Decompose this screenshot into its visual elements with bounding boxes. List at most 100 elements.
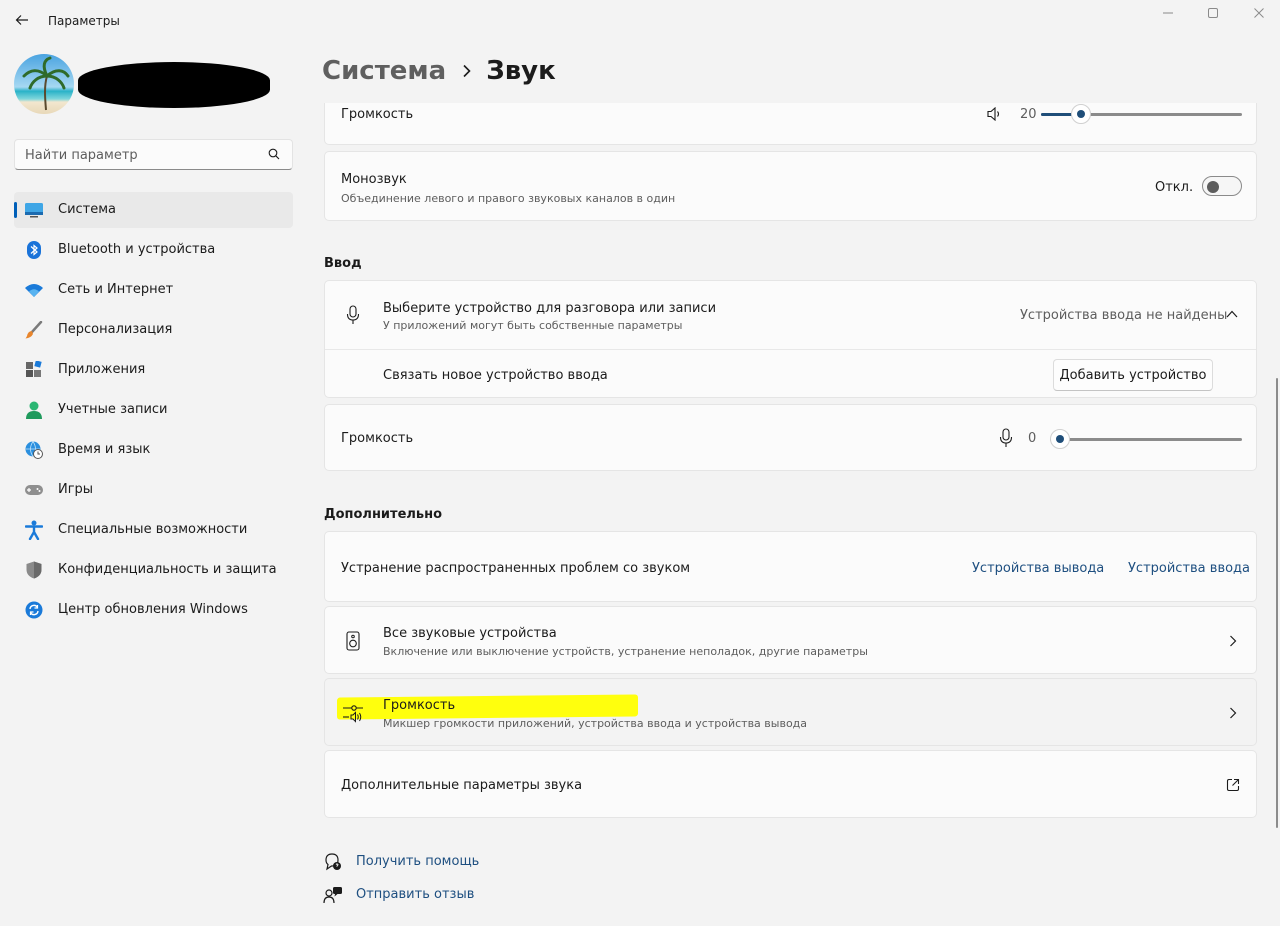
output-volume-slider[interactable] (1041, 104, 1242, 124)
sidebar-item-network[interactable]: Сеть и Интернет (14, 272, 293, 308)
slider-track (1050, 438, 1242, 441)
minimize-button[interactable] (1156, 4, 1180, 22)
sidebar-item-label: Время и язык (58, 442, 151, 457)
apps-icon (24, 361, 44, 379)
search-input[interactable] (25, 145, 255, 165)
close-icon (1254, 8, 1264, 18)
output-volume-value: 20 (1020, 107, 1037, 122)
output-volume-label: Громкость (341, 107, 414, 122)
input-section-title: Ввод (324, 256, 362, 271)
back-button[interactable] (10, 8, 34, 32)
chevron-right-icon (1230, 707, 1237, 719)
choose-input-description: У приложений могут быть собственные пара… (383, 319, 683, 332)
sidebar-item-accounts[interactable]: Учетные записи (14, 392, 293, 428)
sidebar-item-apps[interactable]: Приложения (14, 352, 293, 388)
breadcrumb-parent[interactable]: Система (322, 56, 446, 86)
bluetooth-icon (24, 241, 44, 259)
gamepad-icon (24, 481, 44, 499)
accessibility-icon (24, 520, 44, 540)
mono-audio-title: Монозвук (341, 172, 407, 187)
send-feedback-link[interactable]: Отправить отзыв (356, 887, 474, 902)
add-device-button[interactable]: Добавить устройство (1053, 359, 1213, 391)
sidebar-item-label: Система (58, 202, 117, 217)
avatar-beach-image (14, 54, 74, 114)
chevron-right-icon (1230, 635, 1237, 647)
mono-audio-description: Объединение левого и правого звуковых ка… (341, 192, 676, 205)
output-volume-card: Громкость 20 (324, 103, 1257, 145)
wifi-icon (24, 281, 44, 299)
troubleshoot-label: Устранение распространенных проблем со з… (341, 561, 691, 576)
back-arrow-icon (15, 15, 28, 25)
get-help-link[interactable]: Получить помощь (356, 854, 479, 869)
get-help-icon (325, 853, 341, 871)
volume-mixer-icon (343, 705, 363, 723)
pair-input-label: Связать новое устройство ввода (383, 368, 608, 383)
sidebar-item-label: Сеть и Интернет (58, 282, 174, 297)
avatar[interactable] (14, 54, 74, 114)
volume-mixer-card[interactable]: Громкость Микшер громкости приложений, у… (324, 678, 1257, 746)
sidebar-item-bluetooth[interactable]: Bluetooth и устройства (14, 232, 293, 268)
volume-mixer-title: Громкость (383, 698, 456, 713)
choose-input-title: Выберите устройство для разговора или за… (383, 301, 717, 316)
sidebar-item-accessibility[interactable]: Специальные возможности (14, 512, 293, 548)
all-sound-devices-card[interactable]: Все звуковые устройства Включение или вы… (324, 606, 1257, 674)
sidebar-item-label: Специальные возможности (58, 522, 248, 537)
system-icon (24, 201, 44, 219)
search-box[interactable] (14, 139, 293, 170)
advanced-section-title: Дополнительно (324, 507, 443, 522)
input-device-status[interactable]: Устройства ввода не найдены (1020, 308, 1227, 323)
feedback-icon (323, 887, 342, 904)
sidebar-item-personalization[interactable]: Персонализация (14, 312, 293, 348)
sidebar-item-privacy[interactable]: Конфиденциальность и защита (14, 552, 293, 588)
troubleshoot-output-link[interactable]: Устройства вывода (972, 561, 1104, 576)
sidebar-item-label: Приложения (58, 362, 146, 377)
mono-audio-card: Монозвук Объединение левого и правого зв… (324, 151, 1257, 221)
microphone-icon (346, 305, 360, 324)
slider-thumb[interactable] (1071, 104, 1092, 124)
sidebar-item-label: Персонализация (58, 322, 173, 337)
sidebar-item-label: Учетные записи (58, 402, 168, 417)
sidebar-item-system[interactable]: Система (14, 192, 293, 228)
shield-icon (24, 561, 44, 579)
open-external-icon (1226, 778, 1240, 792)
volume-mixer-description: Микшер громкости приложений, устройства … (383, 717, 808, 730)
app-title: Параметры (48, 14, 120, 28)
mono-audio-toggle[interactable] (1202, 176, 1242, 196)
troubleshoot-input-link[interactable]: Устройства ввода (1128, 561, 1250, 576)
more-sound-settings-card[interactable]: Дополнительные параметры звука (324, 750, 1257, 818)
all-devices-title: Все звуковые устройства (383, 626, 557, 641)
sidebar-item-label: Центр обновления Windows (58, 602, 248, 617)
search-icon[interactable] (268, 148, 280, 160)
account-icon (24, 401, 44, 419)
sidebar-item-label: Bluetooth и устройства (58, 242, 216, 257)
input-volume-slider[interactable] (1050, 429, 1242, 449)
globe-clock-icon (24, 441, 44, 459)
divider (325, 349, 1256, 350)
sidebar-item-label: Конфиденциальность и защита (58, 562, 277, 577)
minimize-icon (1163, 12, 1173, 14)
breadcrumb: Система Звук (322, 56, 556, 86)
sidebar-item-time-language[interactable]: Время и язык (14, 432, 293, 468)
user-name-redacted (78, 62, 270, 108)
page-title: Звук (486, 56, 556, 86)
troubleshoot-card: Устранение распространенных проблем со з… (324, 531, 1257, 602)
all-devices-description: Включение или выключение устройств, устр… (383, 645, 868, 658)
input-volume-value: 0 (1028, 431, 1037, 446)
speaker-icon[interactable] (987, 107, 1003, 121)
sidebar-item-gaming[interactable]: Игры (14, 472, 293, 508)
sidebar-nav: Система Bluetooth и устройства Сеть и Ин… (14, 192, 293, 632)
close-button[interactable] (1247, 4, 1271, 22)
update-icon (24, 601, 44, 619)
title-bar: Параметры (0, 0, 1280, 44)
sidebar-item-label: Игры (58, 482, 94, 497)
scrollbar[interactable] (1276, 378, 1278, 828)
speaker-device-icon (346, 631, 360, 651)
maximize-button[interactable] (1201, 4, 1225, 22)
sidebar-item-windows-update[interactable]: Центр обновления Windows (14, 592, 293, 628)
chevron-up-icon[interactable] (1226, 310, 1238, 318)
more-sound-settings-label: Дополнительные параметры звука (341, 778, 583, 793)
input-volume-label: Громкость (341, 431, 414, 446)
microphone-icon[interactable] (999, 428, 1013, 448)
brush-icon (24, 321, 44, 339)
slider-thumb[interactable] (1050, 429, 1070, 449)
